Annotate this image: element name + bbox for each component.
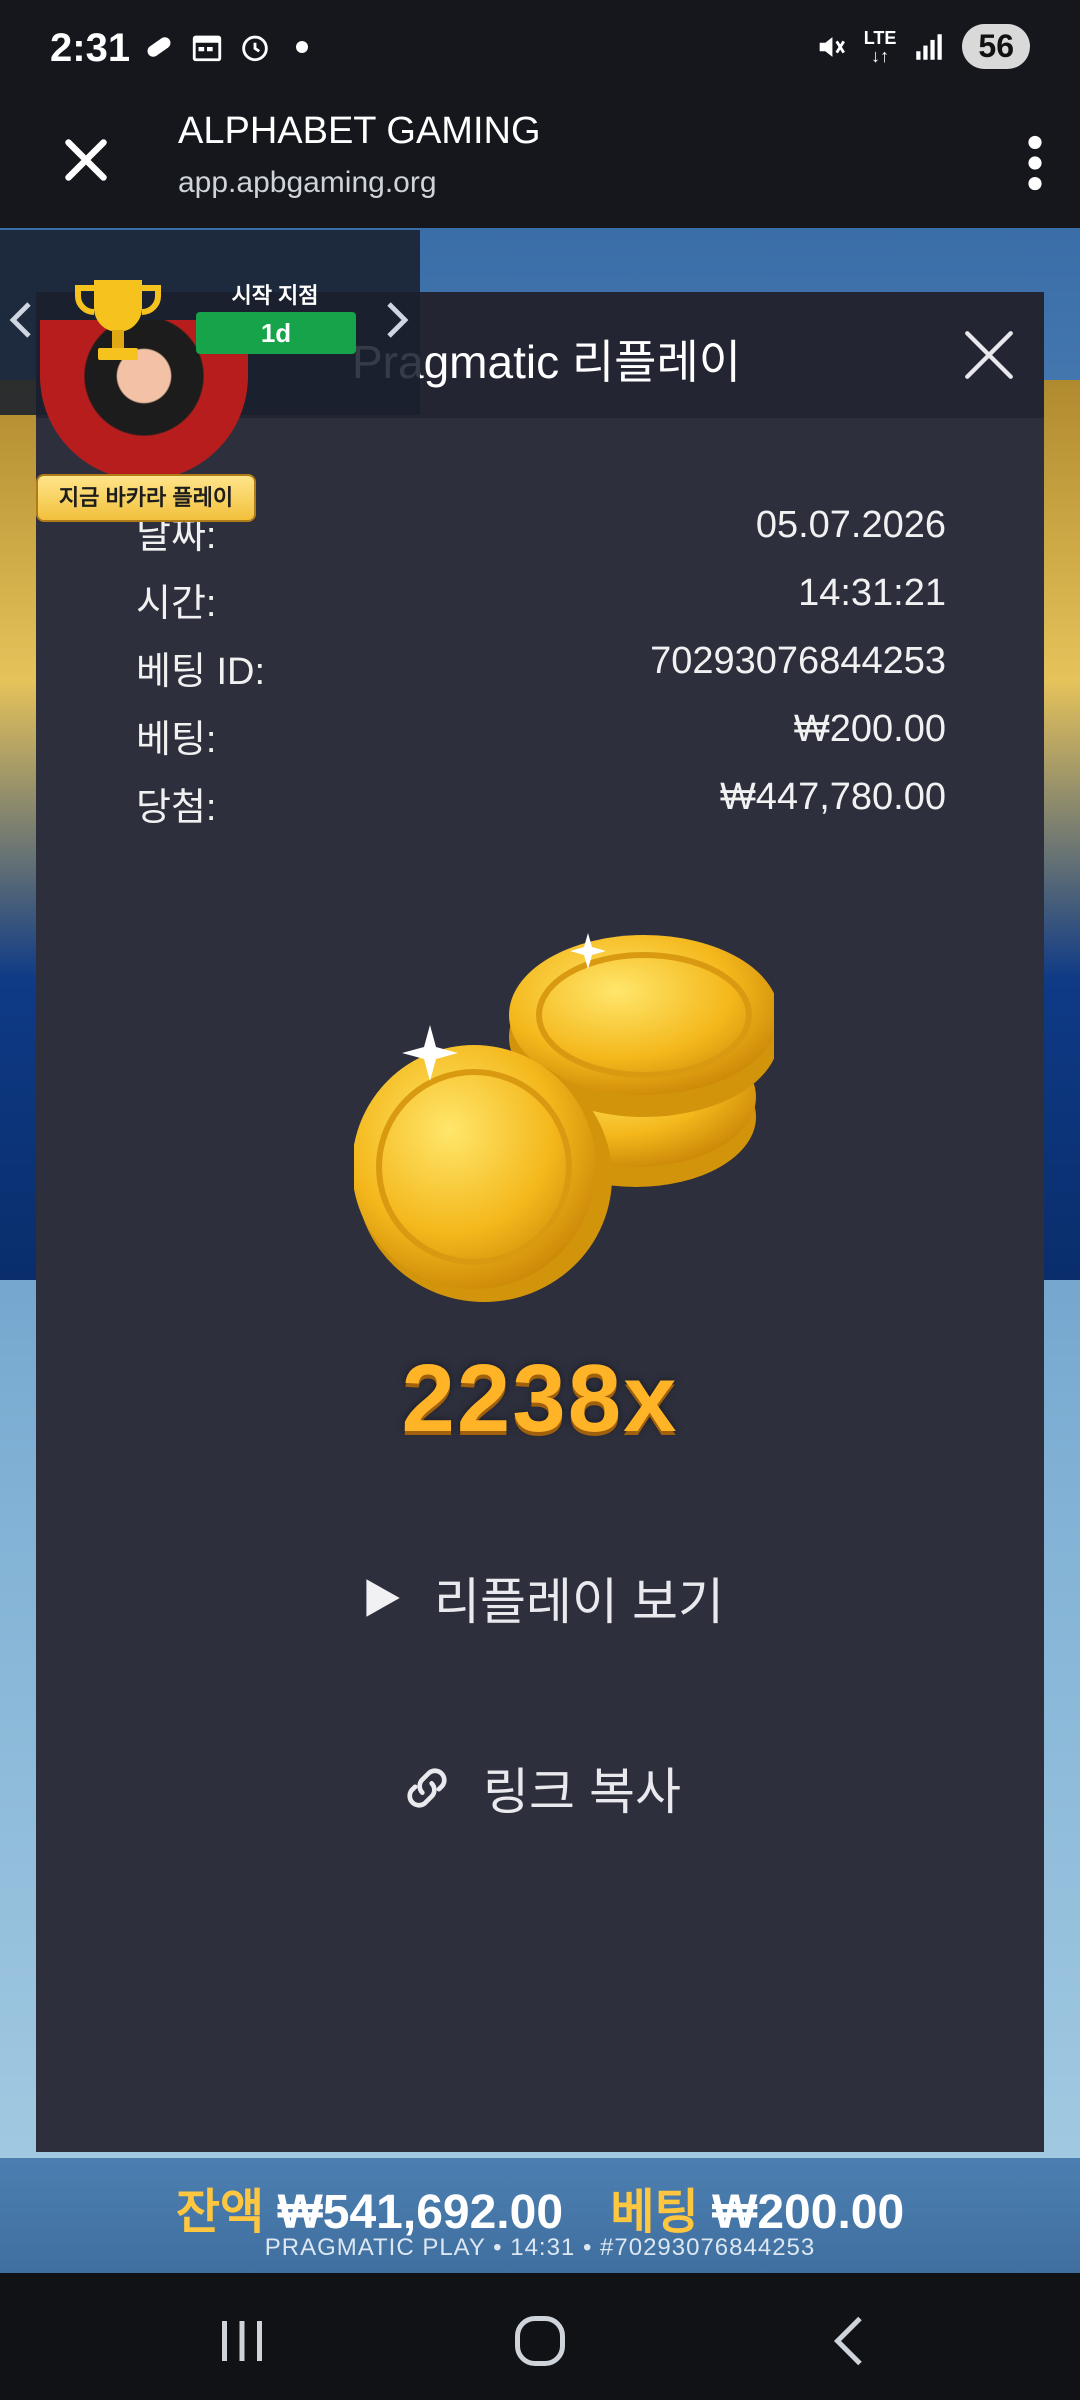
replay-dialog: Pragmatic 리플레이 날짜: 05.07.2026 시간: 14:31:21… [36,292,1044,2152]
status-right-icons: LTE ↓↑ 56 [814,24,1030,69]
detail-value: 14:31:21 [798,572,946,614]
alarm-icon [242,35,268,62]
battery-indicator: 56 [962,24,1030,69]
notification-dot-icon [296,41,308,53]
view-replay-label: 리플레이 보기 [434,1574,724,1630]
copy-link-button[interactable]: 링크 복사 [36,1752,1044,1824]
browser-toolbar: ALPHABET GAMING app.apbgaming.org [0,100,1080,230]
detail-key: 시간: [136,583,217,625]
signal-icon [916,33,943,60]
detail-value: 05.07.2026 [755,504,946,546]
balance-label: 잔액 [175,2186,265,2239]
game-round-info: PRAGMATIC PLAY • 14:31 • #70293076844253 [264,2234,816,2261]
detail-key: 당첨: [136,787,217,829]
bet-value: ₩200.00 [712,2186,905,2239]
play-icon [366,1579,400,1617]
back-icon[interactable] [820,2311,880,2371]
promo-title: 시작 지점 [231,283,319,308]
balance-value: ₩541,692.00 [277,2186,564,2239]
detail-value: 70293076844253 [650,640,946,682]
close-icon[interactable] [56,130,116,190]
chevron-right-icon[interactable] [384,300,410,340]
recent-apps-icon[interactable] [212,2311,272,2371]
reel-frame-left [0,380,36,1280]
pill-icon [147,37,171,57]
mute-icon [819,36,845,57]
win-multiplier: 2238x [401,1345,679,1452]
status-left-icons [142,30,308,64]
view-replay-button[interactable]: 리플레이 보기 [36,1562,1044,1634]
bet-details: 날짜: 05.07.2026 시간: 14:31:21 베팅 ID: 70293076… [136,504,946,844]
detail-row: 베팅: ₩200.00 [136,708,946,776]
detail-value: ₩447,780.00 [719,776,946,818]
page-url: app.apbgaming.org [178,166,437,199]
home-icon[interactable] [510,2311,570,2371]
chevron-left-icon[interactable] [8,300,34,340]
close-icon[interactable] [960,326,1018,384]
bet-label: 베팅 [610,2186,699,2239]
detail-row: 날짜: 05.07.2026 [136,504,946,572]
status-time: 2:31 [50,26,131,70]
detail-key: 베팅 ID: [136,651,266,693]
detail-row: 시간: 14:31:21 [136,572,946,640]
detail-key: 베팅: [136,719,217,761]
gold-coins-icon [354,933,774,1302]
system-navigation-bar [0,2273,1080,2400]
more-options-icon[interactable] [1010,128,1060,198]
reel-frame-right [1044,380,1080,1280]
calendar-icon [192,35,222,62]
detail-value: ₩200.00 [793,708,946,750]
detail-row: 당첨: ₩447,780.00 [136,776,946,844]
copy-link-label: 링크 복사 [483,1764,681,1820]
detail-row: 베팅 ID: 70293076844253 [136,640,946,708]
network-type: LTE ↓↑ [863,27,897,66]
page-title: ALPHABET GAMING [178,110,541,152]
trophy-icon [75,280,161,360]
link-icon [407,1768,447,1808]
status-bar: 2:31 LTE ↓↑ 56 [0,0,1080,100]
play-baccarat-button[interactable]: 지금 바카라 플레이 [36,474,256,522]
promo-time-badge: 1d [196,312,356,354]
balance-bet-row: 잔액 ₩541,692.00 베팅 ₩200.00 [0,2172,1080,2242]
